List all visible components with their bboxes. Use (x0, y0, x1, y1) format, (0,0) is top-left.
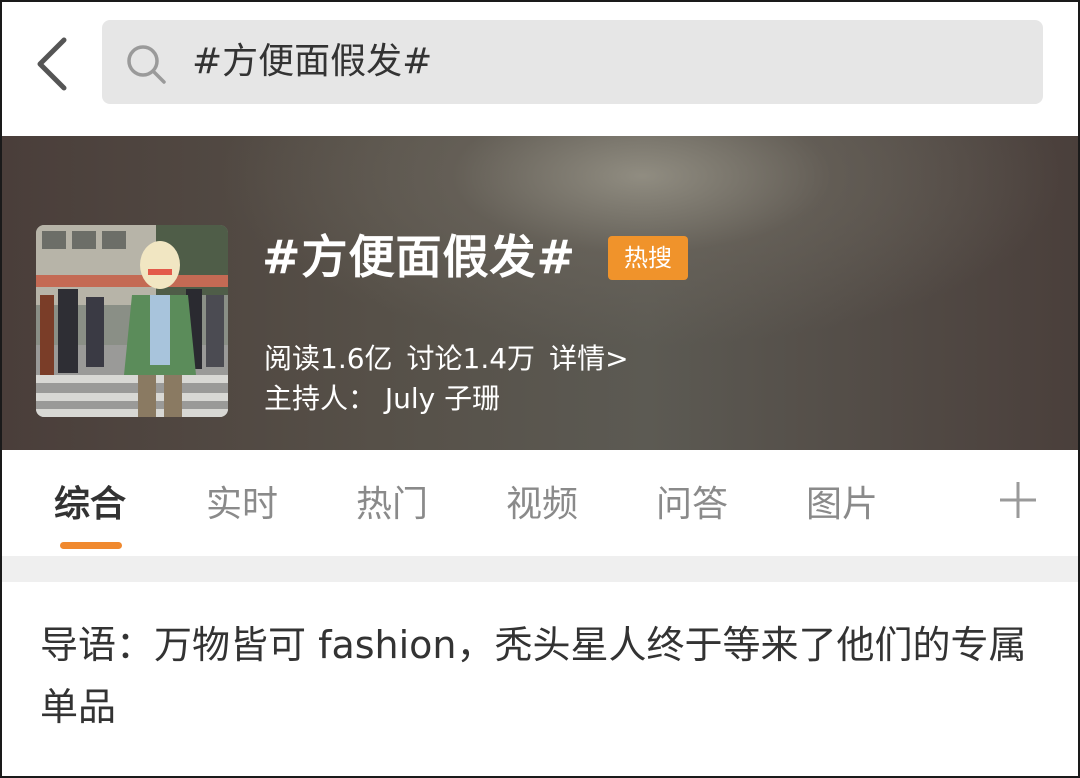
tab-images[interactable]: 图片 (806, 480, 878, 530)
tab-realtime[interactable]: 实时 (206, 480, 278, 530)
search-query: #方便面假发# (192, 41, 433, 82)
active-tab-indicator (60, 542, 122, 549)
topic-host: 主持人： July 子珊 (264, 382, 501, 415)
tab-video[interactable]: 视频 (506, 480, 578, 530)
tab-popular[interactable]: 热门 (356, 480, 428, 530)
tab-bar: 综合 实时 热门 视频 问答 图片 (2, 450, 1078, 556)
plus-icon[interactable] (998, 480, 1038, 520)
top-bar: #方便面假发# (2, 2, 1078, 136)
hot-search-badge: 热搜 (608, 236, 688, 280)
tab-comprehensive[interactable]: 综合 (54, 480, 126, 530)
details-link[interactable]: 详情> (549, 342, 628, 375)
street-photo (36, 225, 228, 417)
topic-lead: 导语：万物皆可 fashion，秃头星人终于等来了他们的专属单品 (40, 623, 1027, 729)
discussion-count: 讨论1.4万 (406, 342, 536, 375)
app-frame: #方便面假发# #方便面假发# 热搜 阅读1.6亿 讨论1.4万 详情> 主持人… (0, 0, 1080, 778)
back-button[interactable] (26, 32, 82, 96)
topic-title: #方便面假发# (262, 230, 577, 284)
topic-thumbnail[interactable] (36, 225, 228, 417)
read-count: 阅读1.6亿 (264, 342, 393, 375)
topic-header: #方便面假发# 热搜 阅读1.6亿 讨论1.4万 详情> 主持人： July 子珊 (2, 136, 1078, 450)
search-input[interactable]: #方便面假发# (102, 20, 1043, 104)
section-divider (2, 556, 1078, 582)
topic-stats: 阅读1.6亿 讨论1.4万 详情> (264, 339, 643, 379)
search-icon (127, 45, 166, 84)
back-icon (37, 37, 67, 91)
tab-qa[interactable]: 问答 (656, 480, 728, 530)
